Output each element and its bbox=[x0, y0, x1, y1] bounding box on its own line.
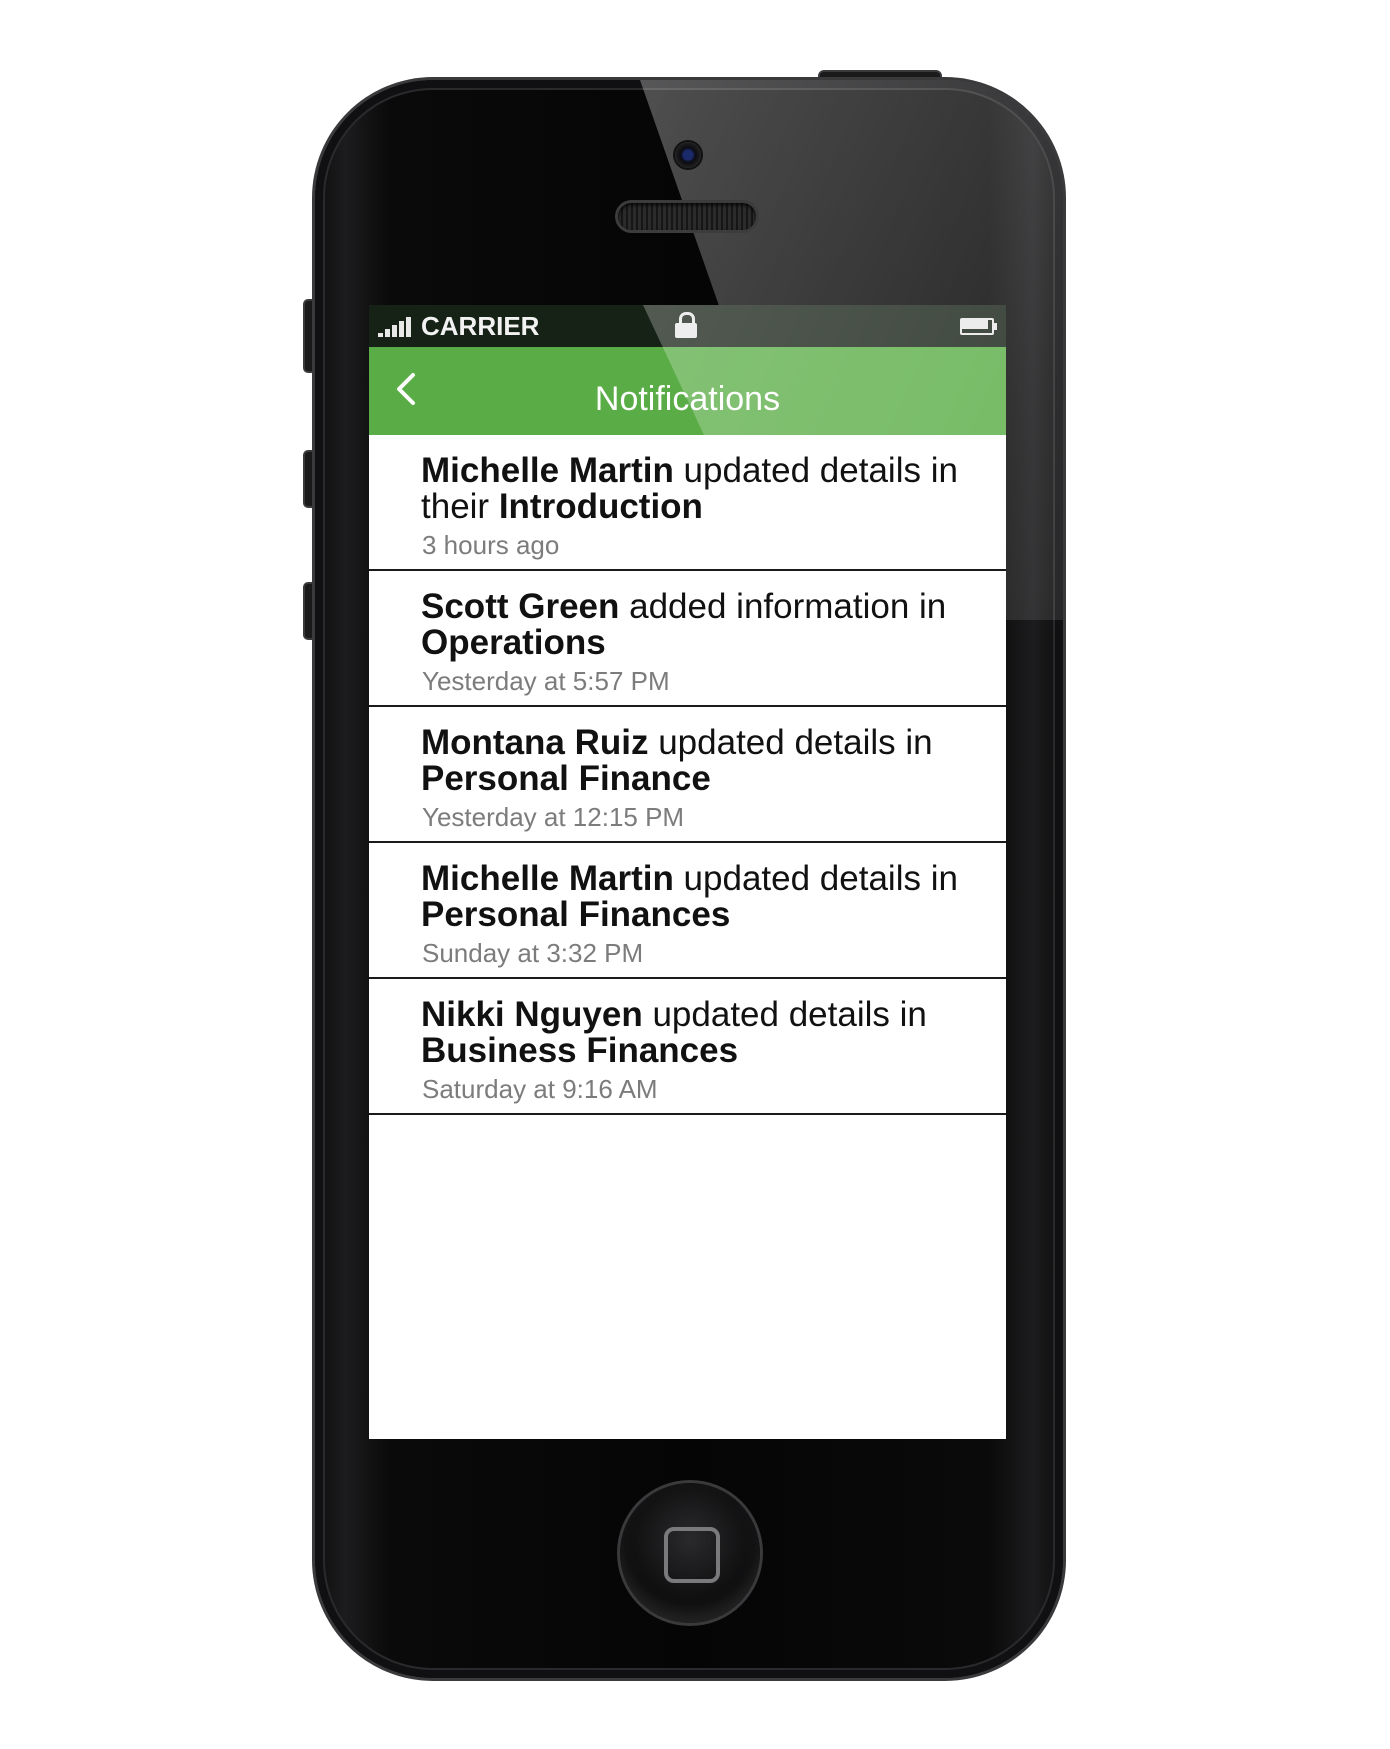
notification-list: Michelle Martin updated details in their… bbox=[369, 435, 1006, 1115]
notification-actor: Michelle Martin bbox=[421, 859, 674, 898]
notification-item[interactable]: Michelle Martin updated details in Perso… bbox=[369, 843, 1006, 979]
navigation-bar: Notifications bbox=[369, 347, 1006, 435]
notification-actor: Michelle Martin bbox=[421, 451, 674, 490]
notification-target: Personal Finance bbox=[421, 759, 711, 798]
notification-actor: Nikki Nguyen bbox=[421, 995, 643, 1034]
notification-text: Montana Ruiz updated details in Personal… bbox=[421, 725, 981, 797]
phone-screen: CARRIER Notifications Michelle Martin up… bbox=[369, 305, 1006, 1439]
notification-text: Scott Green added information in Operati… bbox=[421, 589, 981, 661]
home-square-icon bbox=[664, 1527, 720, 1583]
notification-text: Michelle Martin updated details in their… bbox=[421, 453, 981, 525]
notification-timestamp: 3 hours ago bbox=[422, 530, 560, 560]
notification-item[interactable]: Montana Ruiz updated details in Personal… bbox=[369, 707, 1006, 843]
home-button[interactable] bbox=[620, 1483, 760, 1623]
notification-action: added information in bbox=[619, 587, 947, 626]
battery-icon bbox=[960, 318, 997, 335]
notification-item[interactable]: Nikki Nguyen updated details in Business… bbox=[369, 979, 1006, 1115]
notification-timestamp: Saturday at 9:16 AM bbox=[422, 1074, 658, 1104]
notification-target: Introduction bbox=[498, 487, 703, 526]
notification-timestamp: Yesterday at 5:57 PM bbox=[422, 666, 670, 696]
notification-target: Operations bbox=[421, 623, 606, 662]
front-camera bbox=[675, 142, 701, 168]
earpiece-speaker bbox=[618, 203, 756, 230]
notification-action: updated details in bbox=[642, 995, 927, 1034]
notification-text: Michelle Martin updated details in Perso… bbox=[421, 861, 981, 933]
page-title: Notifications bbox=[594, 380, 781, 418]
notification-target: Personal Finances bbox=[421, 895, 731, 934]
notification-text: Nikki Nguyen updated details in Business… bbox=[421, 997, 981, 1069]
notification-timestamp: Yesterday at 12:15 PM bbox=[422, 802, 685, 832]
notification-actor: Montana Ruiz bbox=[421, 723, 649, 762]
notification-target: Business Finances bbox=[421, 1031, 739, 1070]
notification-timestamp: Sunday at 3:32 PM bbox=[422, 938, 644, 968]
signal-bars-icon bbox=[378, 315, 418, 337]
notification-item[interactable]: Scott Green added information in Operati… bbox=[369, 571, 1006, 707]
chevron-left-icon bbox=[397, 373, 415, 405]
notification-action: updated details in bbox=[648, 723, 933, 762]
carrier-label: CARRIER bbox=[421, 311, 540, 341]
back-button[interactable] bbox=[387, 367, 431, 411]
status-bar: CARRIER bbox=[369, 305, 1006, 347]
notification-action: updated details in bbox=[673, 859, 958, 898]
notification-actor: Scott Green bbox=[421, 587, 620, 626]
lock-icon bbox=[675, 312, 697, 338]
notification-item[interactable]: Michelle Martin updated details in their… bbox=[369, 435, 1006, 571]
